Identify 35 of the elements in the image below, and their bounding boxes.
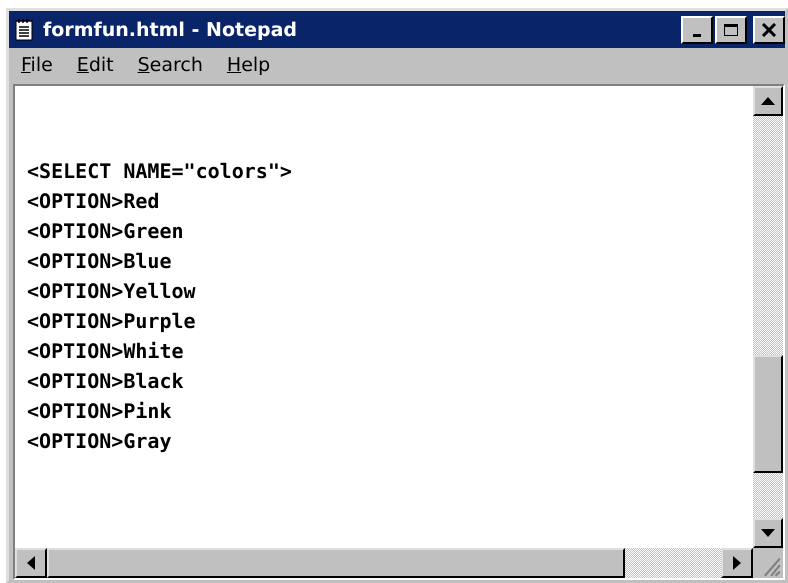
- left-arrow-icon: [27, 556, 35, 570]
- scroll-up-button[interactable]: [753, 86, 783, 116]
- right-arrow-icon: [733, 556, 741, 570]
- code-line: <OPTION>Red: [27, 188, 160, 215]
- minimize-button[interactable]: [681, 16, 713, 44]
- menu-item[interactable]: Edit: [76, 54, 114, 76]
- scroll-thumb[interactable]: [753, 355, 783, 473]
- code-line: <OPTION>Blue: [27, 248, 172, 275]
- up-arrow-icon: [761, 97, 775, 105]
- scroll-down-button[interactable]: [753, 518, 783, 548]
- maximize-button[interactable]: [715, 16, 747, 44]
- close-icon: [761, 22, 777, 36]
- code-line: <OPTION>Pink: [27, 398, 172, 425]
- code-line: <SELECT NAME="colors">: [27, 158, 293, 185]
- code-line: <OPTION>Green: [27, 218, 185, 245]
- menu-item[interactable]: Search: [138, 54, 203, 76]
- code-line: <OPTION>Black: [27, 368, 185, 395]
- code-line: <OPTION>White: [27, 338, 185, 365]
- notepad-icon: [15, 18, 33, 40]
- scroll-thumb[interactable]: [47, 548, 625, 578]
- code-line: <OPTION>Purple: [27, 308, 197, 335]
- vertical-scrollbar[interactable]: [753, 86, 783, 548]
- code-line: <OPTION>Yellow: [27, 278, 197, 305]
- minimize-icon: [693, 34, 701, 37]
- menu-item[interactable]: File: [21, 54, 53, 76]
- scroll-left-button[interactable]: [15, 548, 47, 578]
- text-editor[interactable]: <SELECT NAME="colors"> <OPTION>Red <OPTION>Green <OPTION>Blue <OPTION>Yellow <OPTION>Purple <OPTION>White <OPTION>Black <OPTION>Pink <OPTION>Gray: [15, 86, 753, 548]
- down-arrow-icon: [761, 529, 775, 537]
- horizontal-scrollbar[interactable]: [15, 548, 753, 578]
- maximize-icon: [723, 22, 739, 36]
- scroll-right-button[interactable]: [721, 548, 753, 578]
- code-line: <OPTION>Gray: [27, 428, 172, 455]
- window-title: formfun.html - Notepad: [43, 18, 298, 40]
- menu-item[interactable]: Help: [226, 54, 270, 76]
- close-button[interactable]: [753, 16, 785, 44]
